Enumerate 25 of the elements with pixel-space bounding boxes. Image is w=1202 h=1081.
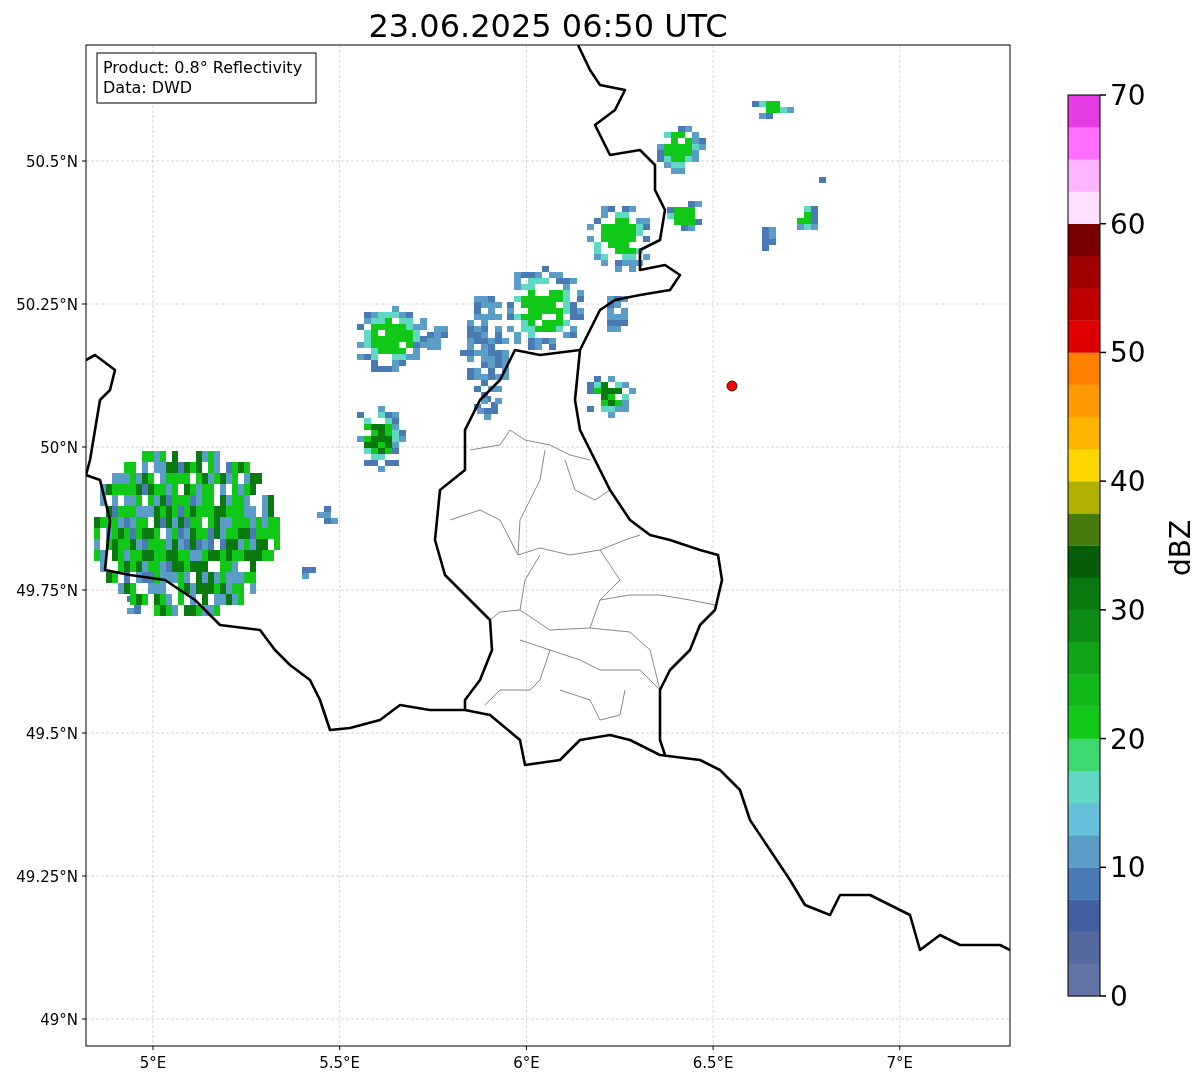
longitude-tick-label: 6.5°E (692, 1054, 734, 1072)
longitude-tick-label: 6°E (513, 1054, 540, 1072)
scale-tick-label: 60 (1110, 207, 1146, 241)
scale-tick-label: 20 (1110, 722, 1146, 756)
latitude-tick-label: 50.5°N (25, 153, 78, 171)
map-title: 23.06.2025 06:50 UTC (368, 7, 728, 45)
latitude-tick-label: 49°N (40, 1011, 78, 1029)
radar-site-marker (726, 380, 738, 392)
scale-unit-label: dBZ (1164, 519, 1197, 577)
latitude-tick-label: 49.5°N (25, 725, 78, 743)
latitude-tick-label: 50°N (40, 439, 78, 457)
latitude-tick-label: 50.25°N (16, 296, 78, 314)
scale-tick-label: 30 (1110, 593, 1146, 627)
scale-tick-label: 40 (1110, 465, 1146, 499)
longitude-tick-label: 5°E (139, 1054, 167, 1072)
latitude-tick-label: 49.75°N (16, 582, 78, 600)
data-source-label: Data: DWD (103, 78, 193, 97)
product-label: Product: 0.8° Reflectivity (103, 58, 303, 77)
latitude-tick-label: 49.25°N (16, 868, 78, 886)
scale-tick-label: 70 (1110, 79, 1146, 112)
scale-tick-label: 10 (1110, 851, 1146, 885)
scale-tick-label: 50 (1110, 336, 1146, 370)
longitude-tick-label: 5.5°E (319, 1054, 361, 1072)
longitude-tick-label: 7°E (886, 1054, 914, 1072)
scale-tick-label: 0 (1110, 980, 1128, 1013)
